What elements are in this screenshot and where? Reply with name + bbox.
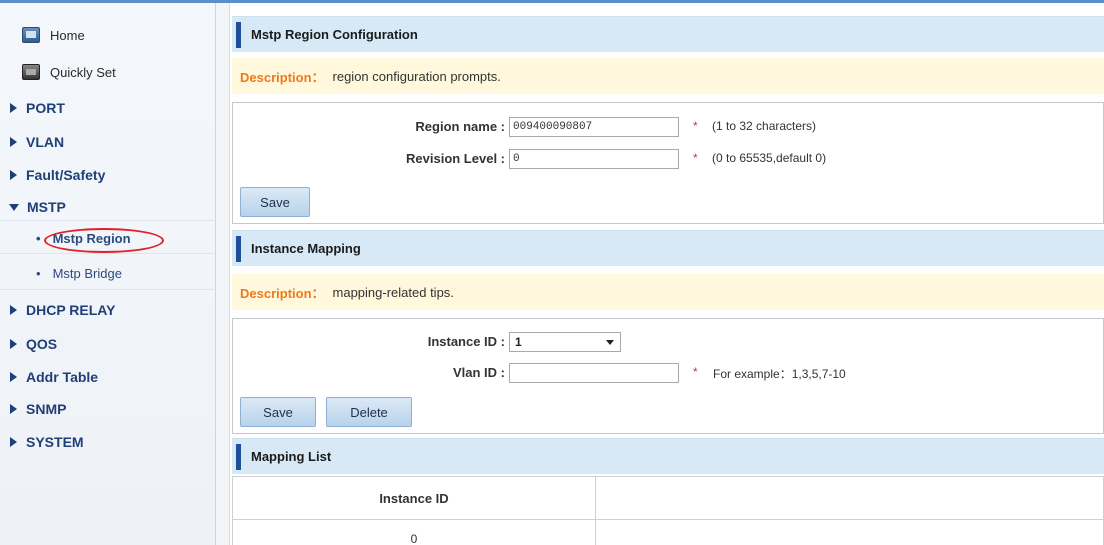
- description-text: mapping-related tips.: [332, 284, 454, 300]
- region-name-field[interactable]: 009400090807: [509, 117, 679, 137]
- region-save-button[interactable]: Save: [240, 187, 310, 217]
- sidebar-group-dhcp-relay[interactable]: DHCP RELAY: [0, 296, 216, 324]
- sidebar-group-label: SNMP: [26, 401, 67, 417]
- sidebar-group-label: VLAN: [26, 134, 65, 150]
- sidebar-splitter[interactable]: [216, 3, 230, 545]
- region-form-panel: Region name : 009400090807 * (1 to 32 ch…: [232, 102, 1104, 224]
- divider: [0, 253, 216, 254]
- sidebar-group-label: QOS: [26, 336, 58, 352]
- sidebar-group-label: MSTP: [27, 199, 66, 215]
- sidebar-item-quickly-set[interactable]: Quickly Set: [0, 58, 216, 86]
- vlan-id-field[interactable]: [509, 363, 679, 383]
- table-header-vlan: [595, 476, 1104, 520]
- mapping-section-header: Instance Mapping: [232, 230, 1104, 266]
- description-label: Description：: [240, 285, 325, 301]
- section-title: Instance Mapping: [251, 241, 361, 256]
- sidebar-item-label: Home: [50, 27, 85, 43]
- description-label: Description：: [240, 69, 325, 85]
- sidebar: Home Quickly Set PORT VLAN Fault/Safety …: [0, 3, 216, 545]
- table-cell-vlan: [595, 519, 1104, 545]
- sidebar-group-qos[interactable]: QOS: [0, 330, 216, 358]
- collapsed-arrow-icon: [10, 103, 17, 113]
- sidebar-item-label: Quickly Set: [50, 64, 116, 80]
- region-name-label: Region name :: [415, 119, 505, 134]
- revision-level-field[interactable]: 0: [509, 149, 679, 169]
- mapping-list-header: Mapping List: [232, 438, 1104, 474]
- region-name-hint: (1 to 32 characters): [712, 119, 817, 133]
- sidebar-group-vlan[interactable]: VLAN: [0, 128, 216, 156]
- collapsed-arrow-icon: [10, 170, 17, 180]
- sidebar-group-label: PORT: [26, 100, 65, 116]
- divider: [0, 289, 216, 290]
- home-icon: [22, 27, 40, 43]
- sidebar-group-fault-safety[interactable]: Fault/Safety: [0, 161, 216, 189]
- table-header-instance-id: Instance ID: [232, 476, 596, 520]
- instance-id-label: Instance ID :: [427, 334, 505, 349]
- bullet-icon: •: [36, 265, 41, 281]
- sidebar-group-snmp[interactable]: SNMP: [0, 395, 216, 423]
- section-title: Mstp Region Configuration: [251, 27, 418, 42]
- bullet-icon: •: [36, 230, 41, 246]
- collapsed-arrow-icon: [10, 305, 17, 315]
- sidebar-item-home[interactable]: Home: [0, 21, 216, 49]
- sidebar-group-system[interactable]: SYSTEM: [0, 428, 216, 456]
- sidebar-group-label: Addr Table: [26, 369, 99, 385]
- instance-id-select[interactable]: 1: [509, 332, 621, 352]
- sidebar-item-label: Mstp Bridge: [52, 265, 122, 281]
- sidebar-group-port[interactable]: PORT: [0, 94, 216, 122]
- mapping-form-panel: Instance ID : 1 Vlan ID : * For example：…: [232, 318, 1104, 434]
- required-mark: *: [693, 119, 698, 133]
- section-accent-bar: [236, 21, 241, 48]
- vlan-id-hint: For example：1,3,5,7-10: [713, 367, 846, 381]
- instance-id-value: 1: [515, 335, 522, 349]
- region-section-header: Mstp Region Configuration: [232, 16, 1104, 52]
- section-title: Mapping List: [251, 449, 332, 464]
- collapsed-arrow-icon: [10, 137, 17, 147]
- collapsed-arrow-icon: [10, 339, 17, 349]
- required-mark: *: [693, 151, 698, 165]
- region-description: Description： region configuration prompt…: [232, 58, 1104, 94]
- mapping-delete-button[interactable]: Delete: [326, 397, 412, 427]
- collapsed-arrow-icon: [10, 404, 17, 414]
- table-cell-instance-id: 0: [232, 519, 596, 545]
- section-accent-bar: [236, 443, 241, 470]
- collapsed-arrow-icon: [10, 437, 17, 447]
- revision-level-label: Revision Level :: [406, 151, 505, 166]
- highlight-circle: [44, 228, 164, 253]
- revision-level-hint: (0 to 65535,default 0): [712, 151, 827, 165]
- sidebar-group-addr-table[interactable]: Addr Table: [0, 363, 216, 391]
- divider: [0, 220, 216, 221]
- sidebar-item-mstp-bridge[interactable]: • Mstp Bridge: [0, 259, 216, 287]
- sidebar-group-label: Fault/Safety: [26, 167, 106, 183]
- sidebar-group-label: SYSTEM: [26, 434, 84, 450]
- chevron-down-icon: [606, 340, 614, 345]
- sidebar-group-label: DHCP RELAY: [26, 302, 116, 318]
- mapping-description: Description： mapping-related tips.: [232, 274, 1104, 310]
- sidebar-group-mstp[interactable]: MSTP: [0, 193, 216, 221]
- vlan-id-label: Vlan ID :: [452, 365, 505, 380]
- main-content: Mstp Region Configuration Description： r…: [232, 3, 1104, 545]
- collapsed-arrow-icon: [10, 372, 17, 382]
- description-text: region configuration prompts.: [332, 68, 501, 84]
- mapping-save-button[interactable]: Save: [240, 397, 316, 427]
- expanded-arrow-icon: [9, 203, 19, 211]
- section-accent-bar: [236, 235, 241, 262]
- required-mark: *: [693, 365, 698, 379]
- quick-set-icon: [22, 64, 40, 80]
